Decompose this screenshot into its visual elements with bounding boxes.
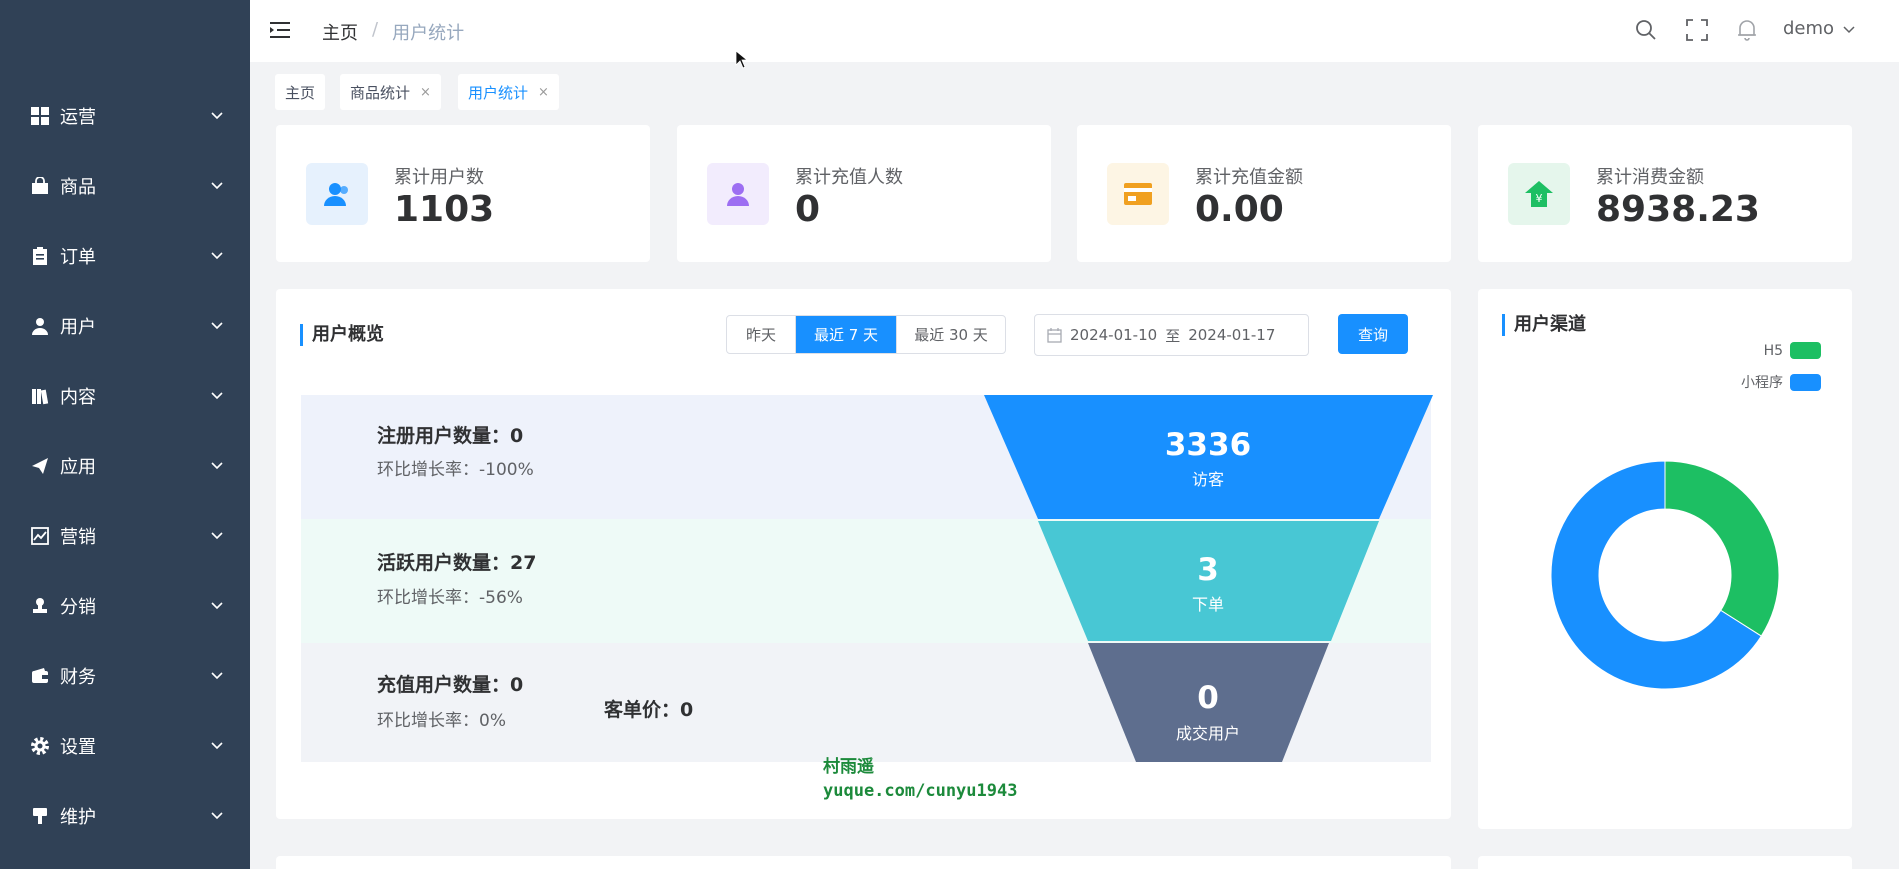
registered-users-growth: 环比增长率：-100% [377,460,534,480]
registered-users-title: 注册用户数量：0 [377,425,524,447]
recharge-users-growth: 环比增长率：0% [377,711,506,731]
recharge-users-title: 充值用户数量：0 [377,674,524,696]
active-users-growth: 环比增长率：-56% [377,588,523,608]
legend-item-miniprogram[interactable]: 小程序 [1741,372,1821,392]
legend-label: H5 [1763,342,1783,359]
channel-title: 用户渠道 [1502,314,1586,336]
avg-order-value: 客单价：0 [604,699,694,721]
bottom-card-right [1478,856,1852,869]
legend-swatch [1790,373,1821,391]
funnel-value-customers: 0 [1197,680,1219,716]
mouse-cursor-icon [735,50,749,69]
watermark-line2: yuque.com/cunyu1943 [823,781,1018,801]
active-users-title: 活跃用户数量：27 [377,552,537,574]
watermark: 村雨遥 yuque.com/cunyu1943 [823,755,1017,803]
funnel-label-customers: 成交用户 [1175,724,1240,743]
legend-item-h5[interactable]: H5 [1764,342,1821,359]
watermark-line1: 村雨遥 [823,757,874,777]
funnel-value-visitors: 3336 [1164,427,1252,463]
funnel-value-orders: 3 [1197,552,1219,588]
legend-swatch [1790,342,1821,359]
donut-slice-0[interactable] [1664,460,1780,637]
legend-label: 小程序 [1741,375,1783,391]
bottom-card-left [276,856,1451,869]
funnel-label-orders: 下单 [1191,595,1224,614]
user-channel-donut-chart [1550,460,1780,690]
funnel-label-visitors: 访客 [1191,470,1224,489]
